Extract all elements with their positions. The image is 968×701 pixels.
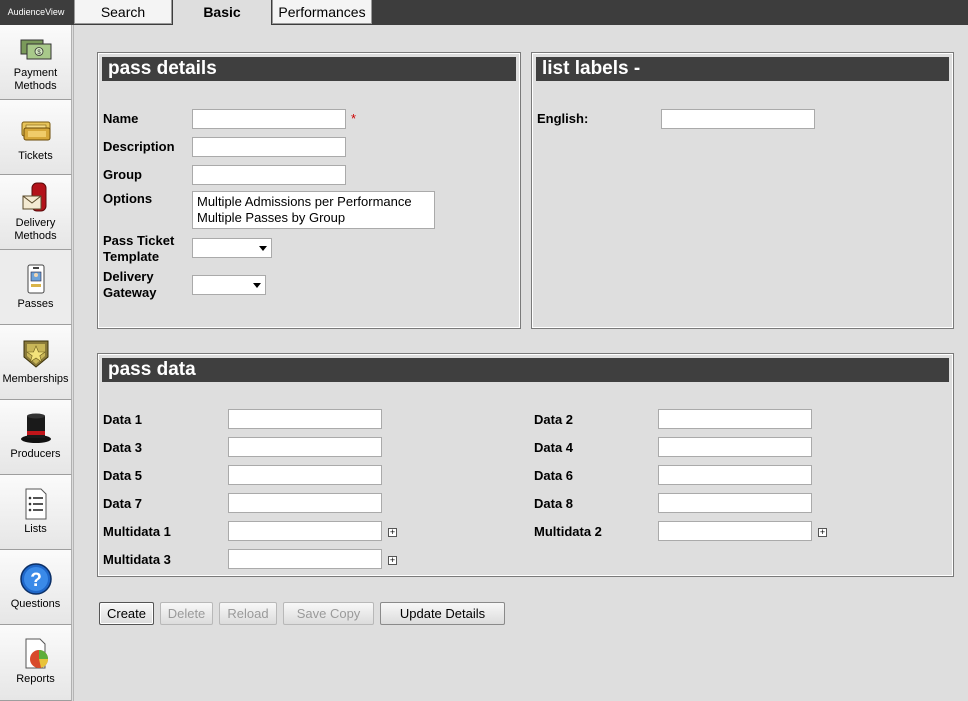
name-field[interactable]	[192, 109, 346, 129]
data-7-field[interactable]	[228, 493, 382, 513]
multidata-1-field[interactable]	[228, 521, 382, 541]
svg-text:?: ?	[30, 570, 42, 591]
data-5-label: Data 5	[103, 468, 143, 483]
group-field[interactable]	[192, 165, 346, 185]
tab-performances[interactable]: Performances	[272, 0, 372, 24]
sidebar-item-lists[interactable]: Lists	[0, 475, 72, 550]
expand-icon[interactable]: +	[388, 528, 397, 537]
reload-button[interactable]: Reload	[219, 602, 277, 625]
required-indicator: *	[351, 111, 357, 126]
sidebar-item-label: Passes	[17, 298, 54, 310]
delivery-gateway-label: Delivery Gateway	[103, 269, 156, 301]
data-2-field[interactable]	[658, 409, 812, 429]
tab-basic[interactable]: Basic	[173, 0, 271, 26]
options-listbox[interactable]: Multiple Admissions per Performance Mult…	[192, 191, 435, 229]
delivery-gateway-label-line2: Gateway	[103, 285, 157, 300]
data-6-field[interactable]	[658, 465, 812, 485]
pass-ticket-template-label-line2: Template	[103, 249, 160, 264]
expand-icon[interactable]: +	[388, 556, 397, 565]
sidebar-item-payment-methods[interactable]: $ Payment Methods	[0, 25, 72, 100]
group-label: Group	[103, 167, 142, 182]
update-details-button[interactable]: Update Details	[380, 602, 505, 625]
data-4-label: Data 4	[534, 440, 574, 455]
pass-data-header: pass data	[102, 358, 949, 382]
app-title: AudienceView	[7, 7, 65, 17]
data-1-field[interactable]	[228, 409, 382, 429]
save-copy-button[interactable]: Save Copy	[283, 602, 374, 625]
sidebar-item-producers[interactable]: Producers	[0, 400, 72, 475]
sidebar-item-label: Payment	[13, 67, 58, 79]
payment-methods-icon: $	[20, 39, 51, 60]
delivery-gateway-label-line1: Delivery	[103, 269, 154, 284]
delivery-gateway-select[interactable]	[192, 275, 266, 295]
sidebar-item-label: Methods	[14, 80, 57, 92]
data-8-field[interactable]	[658, 493, 812, 513]
sidebar-item-label: Tickets	[18, 150, 53, 162]
multidata-1-label: Multidata 1	[103, 524, 171, 539]
chevron-down-icon	[259, 246, 267, 251]
lists-icon	[25, 488, 46, 520]
multidata-3-field[interactable]	[228, 549, 382, 569]
english-field[interactable]	[661, 109, 815, 129]
sidebar-item-label: Methods	[14, 230, 57, 242]
list-labels-header: list labels -	[536, 57, 949, 81]
list-labels-panel: list labels -	[531, 52, 954, 329]
chevron-down-icon	[253, 283, 261, 288]
data-5-field[interactable]	[228, 465, 382, 485]
multidata-3-label: Multidata 3	[103, 552, 171, 567]
sidebar-item-questions[interactable]: ? Questions	[0, 550, 72, 625]
memberships-icon	[23, 340, 48, 368]
sidebar-item-passes[interactable]: Passes	[0, 250, 72, 325]
sidebar-item-label: Delivery	[15, 217, 56, 229]
option-item[interactable]: Multiple Passes by Group	[197, 210, 430, 226]
data-6-label: Data 6	[534, 468, 574, 483]
sidebar-item-label: Memberships	[2, 373, 69, 385]
sidebar-item-label: Lists	[24, 523, 47, 535]
description-field[interactable]	[192, 137, 346, 157]
pass-ticket-template-label-line1: Pass Ticket	[103, 233, 175, 248]
sidebar-item-label: Reports	[16, 673, 55, 685]
create-button[interactable]: Create	[99, 602, 154, 625]
reports-icon	[25, 638, 48, 669]
pass-ticket-template-label: Pass Ticket Template	[103, 233, 174, 265]
sidebar-item-tickets[interactable]: Tickets	[0, 100, 72, 175]
data-7-label: Data 7	[103, 496, 143, 511]
pass-ticket-template-select[interactable]	[192, 238, 272, 258]
data-2-label: Data 2	[534, 412, 574, 427]
data-3-label: Data 3	[103, 440, 143, 455]
options-label: Options	[103, 191, 153, 206]
name-label: Name	[103, 111, 139, 126]
delivery-methods-icon	[22, 182, 46, 212]
sidebar: $ Payment Methods Tickets Delivery Metho…	[0, 25, 74, 701]
multidata-2-label: Multidata 2	[534, 524, 602, 539]
delete-button[interactable]: Delete	[160, 602, 213, 625]
option-item[interactable]: Multiple Admissions per Performance	[197, 194, 430, 210]
data-3-field[interactable]	[228, 437, 382, 457]
producers-icon	[20, 413, 51, 443]
sidebar-item-memberships[interactable]: Memberships	[0, 325, 72, 400]
data-1-label: Data 1	[103, 412, 143, 427]
questions-icon: ?	[19, 563, 52, 595]
pass-data-panel: pass data	[97, 353, 954, 577]
data-8-label: Data 8	[534, 496, 574, 511]
passes-icon	[27, 264, 44, 294]
data-4-field[interactable]	[658, 437, 812, 457]
english-label: English:	[537, 111, 589, 126]
multidata-2-field[interactable]	[658, 521, 812, 541]
sidebar-item-label: Questions	[10, 598, 61, 610]
tab-search[interactable]: Search	[74, 0, 172, 24]
sidebar-item-reports[interactable]: Reports	[0, 625, 72, 701]
expand-icon[interactable]: +	[818, 528, 827, 537]
sidebar-item-label: Producers	[10, 448, 61, 460]
description-label: Description	[103, 139, 175, 154]
tickets-icon	[21, 121, 50, 141]
sidebar-item-delivery-methods[interactable]: Delivery Methods	[0, 175, 72, 250]
pass-details-header: pass details	[102, 57, 516, 81]
